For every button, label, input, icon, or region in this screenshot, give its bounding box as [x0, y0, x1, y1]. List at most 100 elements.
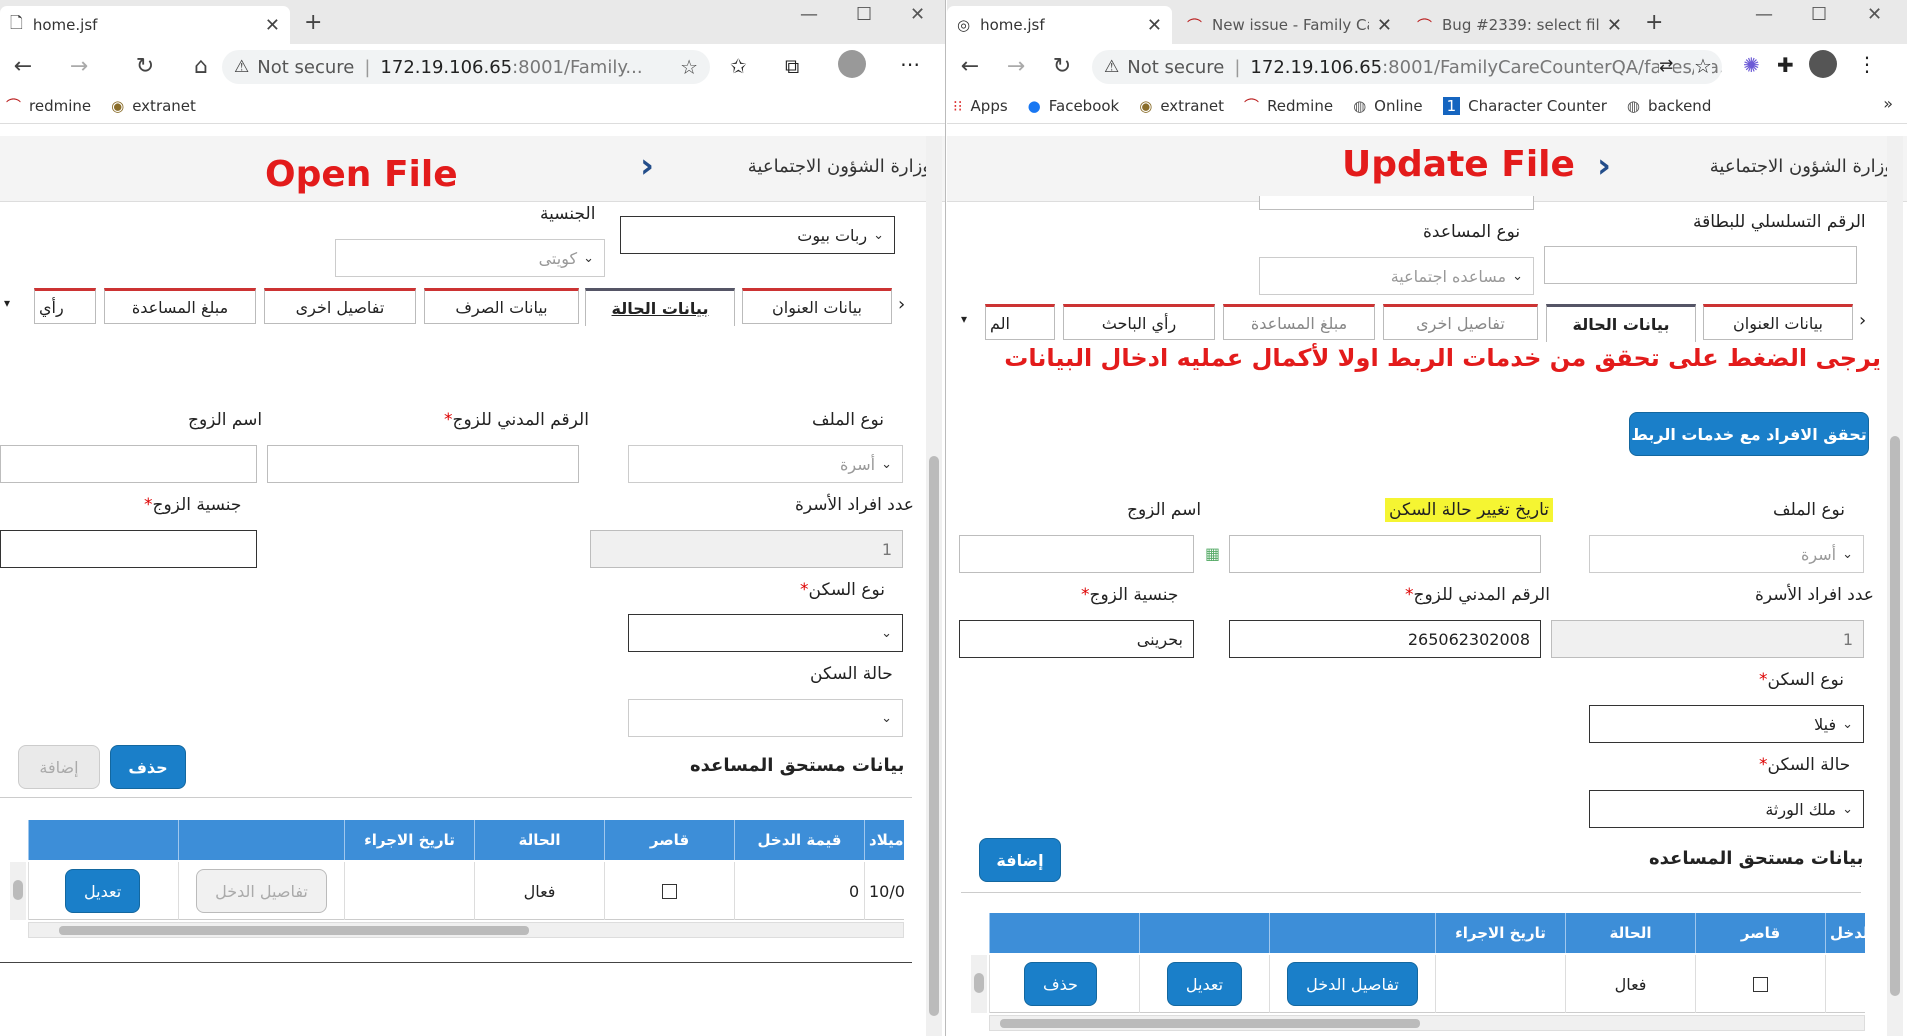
maximize-icon[interactable]: ☐ — [856, 4, 872, 25]
back-icon[interactable]: ← — [947, 54, 993, 79]
tab-address[interactable]: بيانات العنوان — [1703, 304, 1853, 340]
add-button[interactable]: إضافة — [979, 838, 1061, 882]
profile-avatar[interactable] — [838, 50, 866, 78]
forward-icon[interactable]: → — [56, 54, 102, 79]
delete-button[interactable]: حذف — [1024, 962, 1097, 1006]
delete-button[interactable]: حذف — [110, 745, 186, 789]
housing-type-select[interactable]: ⌄ فيلا — [1589, 705, 1864, 743]
bookmark-backend[interactable]: ◍ backend — [1627, 97, 1711, 115]
verify-link-services-button[interactable]: تحقق الافراد مع خدمات الربط — [1629, 412, 1869, 456]
nationality-select[interactable]: ⌄ كويتى — [335, 239, 605, 277]
housing-type-select[interactable]: ⌄ — [628, 614, 903, 652]
tab-researcher-opinion[interactable]: رأي الباحث — [1063, 304, 1215, 340]
husband-civil-input[interactable]: 265062302008 — [1229, 620, 1541, 658]
more-icon[interactable]: ⋮ — [1857, 52, 1877, 76]
new-tab-icon[interactable]: + — [304, 10, 322, 35]
bookmark-online[interactable]: ◍ Online — [1353, 97, 1422, 115]
card-serial-input[interactable] — [1544, 246, 1857, 284]
forward-icon[interactable]: → — [993, 54, 1039, 79]
back-icon[interactable]: ← — [0, 54, 46, 79]
add-button[interactable]: إضافة — [18, 745, 100, 789]
bookmark-extranet[interactable]: ◉ extranet — [1139, 97, 1224, 115]
housing-status-select[interactable]: ⌄ ملك الورثة — [1589, 790, 1864, 828]
job-select[interactable]: ⌄ ربات بيوت — [620, 216, 895, 254]
reload-icon[interactable]: ↻ — [1039, 54, 1085, 79]
chevron-right-icon[interactable]: › — [1597, 146, 1611, 186]
profile-avatar[interactable] — [1809, 50, 1837, 78]
income-details-button[interactable]: تفاصيل الدخل — [1287, 962, 1418, 1006]
extension-icon[interactable]: ✺ — [1743, 53, 1760, 77]
scroll-thumb[interactable] — [1000, 1019, 1420, 1028]
minimize-icon[interactable]: — — [1755, 4, 1773, 25]
close-window-icon[interactable]: ✕ — [1867, 4, 1882, 25]
tabs-menu-icon[interactable]: ▾ — [961, 312, 967, 326]
chevron-right-icon[interactable]: › — [640, 146, 654, 186]
close-tab-icon[interactable]: ✕ — [1147, 15, 1162, 36]
browser-tab-home[interactable]: 🗋 home.jsf ✕ — [0, 6, 290, 44]
tab-address[interactable]: بيانات العنوان — [742, 288, 892, 324]
scroll-thumb[interactable] — [929, 456, 939, 1016]
grid-vscroll[interactable] — [971, 955, 987, 1013]
minor-checkbox[interactable] — [1753, 976, 1768, 992]
tab-more[interactable]: الم — [985, 304, 1055, 340]
file-type-select[interactable]: ⌄ أسرة — [1589, 535, 1864, 573]
calendar-icon[interactable]: ▦ — [1205, 544, 1220, 563]
browser-tab-bug[interactable]: ⌒ Bug #2339: select file ✕ — [1407, 6, 1632, 44]
bookmark-extranet[interactable]: ◉ extranet — [111, 97, 196, 115]
family-count-input[interactable]: 1 — [590, 530, 903, 568]
bookmark-apps[interactable]: ⁝⁝ Apps — [953, 97, 1008, 115]
minor-checkbox[interactable] — [662, 883, 677, 899]
address-bar[interactable]: ⚠ Not secure | 172.19.106.65 :8001/Famil… — [1092, 50, 1722, 84]
tab-status[interactable]: بيانات الحالة — [585, 288, 735, 326]
scroll-thumb[interactable] — [59, 926, 529, 935]
tab-other-details[interactable]: تفاصيل اخرى — [264, 288, 416, 324]
edit-button[interactable]: تعديل — [65, 869, 141, 913]
new-tab-icon[interactable]: + — [1645, 10, 1663, 35]
husband-name-input[interactable] — [0, 445, 257, 483]
page-vscroll[interactable] — [1887, 136, 1903, 1036]
star-icon[interactable]: ☆ — [1694, 54, 1712, 78]
tab-other-details[interactable]: تفاصيل اخرى — [1383, 304, 1538, 340]
home-icon[interactable]: ⌂ — [178, 54, 224, 79]
bookmark-character-counter[interactable]: 1 Character Counter — [1442, 96, 1607, 115]
bookmark-redmine[interactable]: ⌒ Redmine — [1244, 95, 1333, 116]
housing-status-select[interactable]: ⌄ — [628, 699, 903, 737]
close-window-icon[interactable]: ✕ — [910, 4, 925, 25]
aid-type-select[interactable]: ⌄ مساعده اجتماعية — [1259, 257, 1534, 295]
favorites-icon[interactable]: ✩ — [730, 54, 747, 78]
upper-input-partial[interactable] — [1259, 196, 1534, 210]
husband-nat-input[interactable]: بحرينى — [959, 620, 1194, 658]
close-tab-icon[interactable]: ✕ — [265, 15, 280, 36]
collections-icon[interactable]: ⧉ — [785, 54, 799, 78]
file-type-select[interactable]: ⌄ أسرة — [628, 445, 903, 483]
housing-change-date-input[interactable] — [1229, 535, 1541, 573]
scroll-thumb[interactable] — [974, 973, 984, 993]
husband-civil-input[interactable] — [267, 445, 579, 483]
puzzle-icon[interactable]: ✚ — [1777, 53, 1794, 77]
more-icon[interactable]: ⋯ — [900, 52, 920, 76]
bookmark-redmine[interactable]: ⌒ redmine — [6, 95, 91, 116]
browser-tab-new-issue[interactable]: ⌒ New issue - Family Ca ✕ — [1177, 6, 1402, 44]
tabs-scroll-right-icon[interactable]: › — [1859, 310, 1866, 331]
family-count-input[interactable]: 1 — [1551, 620, 1864, 658]
husband-nat-input[interactable] — [0, 530, 257, 568]
edit-button[interactable]: تعديل — [1166, 962, 1243, 1006]
browser-tab-home[interactable]: ◎ home.jsf ✕ — [947, 6, 1172, 44]
grid-vscroll[interactable] — [10, 862, 26, 920]
scroll-thumb[interactable] — [13, 880, 23, 900]
tab-opinion[interactable]: رأي — [34, 288, 96, 324]
page-vscroll[interactable] — [926, 136, 942, 1036]
tab-status[interactable]: بيانات الحالة — [1546, 304, 1696, 342]
tabs-menu-icon[interactable]: ▾ — [4, 296, 10, 310]
reload-icon[interactable]: ↻ — [122, 54, 168, 79]
close-tab-icon[interactable]: ✕ — [1607, 15, 1622, 36]
tab-disbursement[interactable]: بيانات الصرف — [424, 288, 579, 324]
maximize-icon[interactable]: ☐ — [1811, 4, 1827, 25]
grid-hscroll[interactable] — [28, 922, 904, 938]
tab-aid-amount[interactable]: مبلغ المساعدة — [1223, 304, 1375, 340]
bookmarks-overflow-icon[interactable]: » — [1883, 94, 1893, 113]
address-bar[interactable]: ⚠ Not secure | 172.19.106.65 :8001/Famil… — [222, 50, 710, 84]
tab-aid-amount[interactable]: مبلغ المساعدة — [104, 288, 256, 324]
tabs-scroll-right-icon[interactable]: › — [898, 294, 905, 315]
bookmark-facebook[interactable]: ● Facebook — [1028, 97, 1120, 115]
